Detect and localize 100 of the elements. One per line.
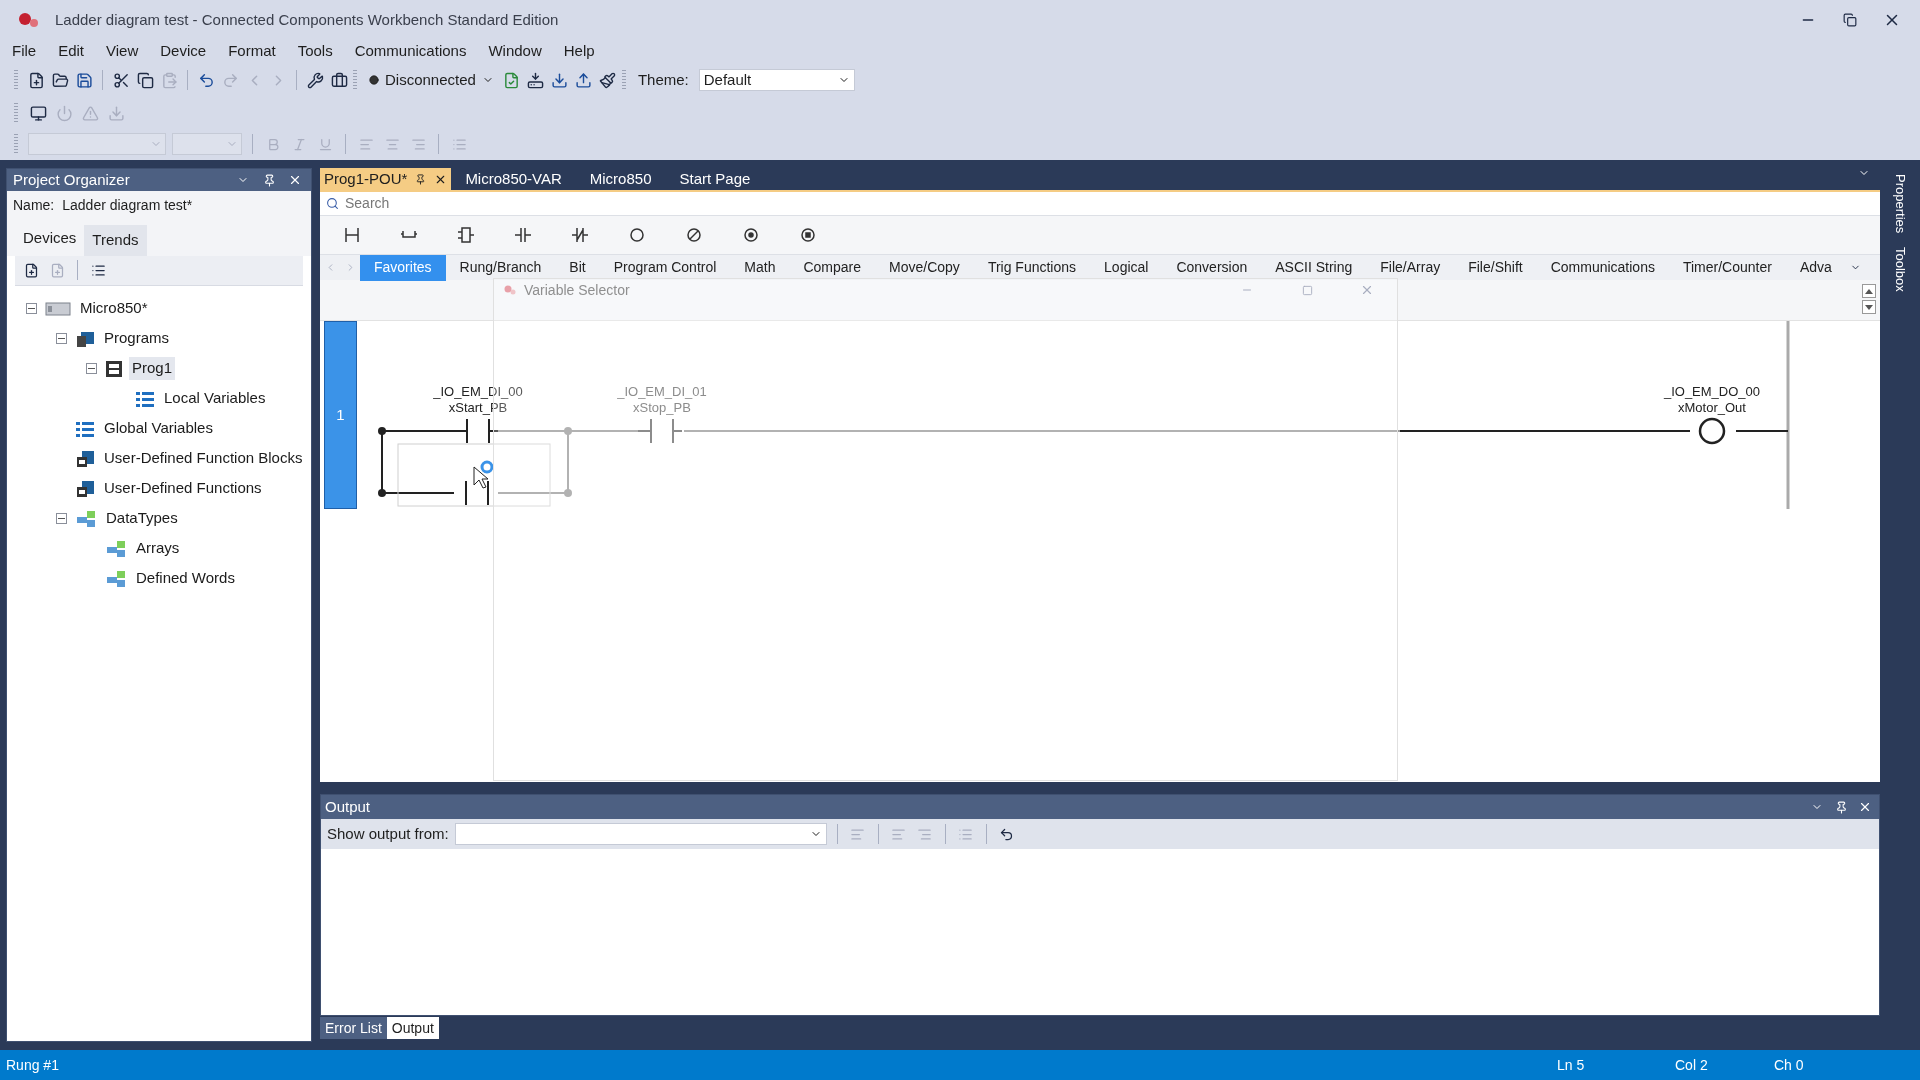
tree-item[interactable]: Global Variables: [101, 417, 216, 440]
wrench-icon[interactable]: [305, 70, 325, 90]
scroll-up-icon[interactable]: [1862, 284, 1876, 298]
category-tab[interactable]: Conversion: [1162, 254, 1262, 281]
category-tab[interactable]: File/Shift: [1454, 254, 1537, 281]
menu-item[interactable]: View: [100, 39, 145, 63]
tree-item[interactable]: Prog1: [129, 357, 176, 380]
show-output-label: Show output from:: [327, 823, 449, 844]
set-coil-icon[interactable]: [741, 225, 761, 245]
variable-label: xMotor_Out: [1678, 400, 1746, 415]
category-tab[interactable]: Adva: [1785, 254, 1846, 281]
theme-label: Theme:: [637, 69, 689, 90]
menu-item[interactable]: Format: [222, 39, 282, 63]
tree-item[interactable]: User-Defined Functions: [101, 477, 265, 500]
address-label: _IO_EM_DI_00: [433, 384, 523, 399]
reset-coil-icon[interactable]: [798, 225, 818, 245]
category-tab[interactable]: File/Array: [1366, 254, 1455, 281]
connection-dropdown[interactable]: Disconnected: [365, 68, 498, 92]
document-tab[interactable]: Micro850-VAR: [451, 168, 576, 190]
list-icon: [75, 419, 95, 438]
coil-icon[interactable]: [627, 225, 647, 245]
menu-item[interactable]: Communications: [348, 39, 473, 63]
variable-label: xStart_PB: [448, 400, 508, 415]
category-tab[interactable]: Program Control: [599, 254, 731, 281]
brush-icon[interactable]: [597, 70, 618, 90]
datatype-icon: [105, 539, 127, 558]
menu-item[interactable]: Window: [482, 39, 548, 63]
tree-item[interactable]: Defined Words: [133, 567, 238, 590]
menu-item[interactable]: Tools: [291, 39, 339, 63]
panel-title: Project Organizer: [13, 169, 130, 190]
column-indicator: Col 2: [1675, 1055, 1709, 1075]
status-dot-icon: [369, 75, 379, 85]
name-label: Name:: [13, 195, 55, 215]
program-icon: [105, 359, 123, 378]
category-tab[interactable]: Bit: [555, 254, 600, 281]
category-tab[interactable]: Trig Functions: [973, 254, 1091, 281]
theme-dropdown[interactable]: Default: [698, 69, 855, 91]
controller-icon: [45, 300, 71, 317]
menu-item[interactable]: Device: [154, 39, 213, 63]
rung-icon[interactable]: [342, 225, 362, 245]
panel-title: Output: [325, 796, 371, 817]
document-tab[interactable]: Start Page: [665, 168, 765, 190]
bottom-tab[interactable]: Error List: [320, 1017, 387, 1039]
tree-item[interactable]: Programs: [101, 327, 173, 350]
app-logo-icon: [18, 12, 40, 28]
category-tab[interactable]: Math: [730, 254, 790, 281]
search-icon: [326, 197, 339, 210]
side-tab[interactable]: Properties: [1890, 174, 1910, 234]
contact-symbol[interactable]: [453, 418, 499, 444]
menu-item[interactable]: File: [6, 39, 43, 63]
side-tab[interactable]: Toolbox: [1890, 247, 1910, 293]
category-tab[interactable]: ASCII String: [1261, 254, 1367, 281]
monitor-icon[interactable]: [28, 103, 48, 123]
tree-item[interactable]: Local Variables: [161, 387, 269, 410]
status-message: Rung #1: [6, 1055, 59, 1075]
tree-item[interactable]: DataTypes: [103, 507, 181, 530]
contact-symbol[interactable]: [465, 480, 489, 506]
address-label: _IO_EM_DO_00: [1663, 384, 1761, 399]
negated-coil-icon[interactable]: [684, 225, 704, 245]
folder-icon: [75, 329, 95, 348]
address-label: _IO_EM_DI_01: [617, 384, 707, 399]
category-tab[interactable]: Compare: [789, 254, 876, 281]
bottom-tab[interactable]: Output: [386, 1017, 439, 1039]
category-tab[interactable]: Timer/Counter: [1668, 254, 1786, 281]
upload-icon[interactable]: [573, 70, 594, 90]
panel-tab[interactable]: Trends: [84, 225, 147, 256]
menu-item[interactable]: Edit: [52, 39, 91, 63]
menu-item[interactable]: Help: [557, 39, 601, 63]
cursor-icon: [473, 466, 489, 489]
contact-icon[interactable]: [513, 225, 533, 245]
cut-icon[interactable]: [111, 70, 131, 90]
tree-item[interactable]: User-Defined Function Blocks: [101, 447, 306, 470]
open-folder-icon[interactable]: [50, 70, 70, 90]
pin-icon[interactable]: [415, 173, 427, 185]
category-tab[interactable]: Rung/Branch: [445, 254, 556, 281]
variable-label: xStop_PB: [633, 400, 691, 415]
category-tab[interactable]: Communications: [1536, 254, 1669, 281]
datatype-icon: [105, 569, 127, 588]
document-tab[interactable]: Micro850: [575, 168, 666, 190]
line-indicator: Ln 5: [1557, 1055, 1586, 1075]
busy-icon: [480, 460, 494, 474]
search-field[interactable]: Search: [320, 192, 1880, 216]
device-download-icon[interactable]: [525, 70, 546, 90]
copy-icon[interactable]: [135, 70, 155, 90]
category-tab[interactable]: Move/Copy: [875, 254, 974, 281]
category-tab[interactable]: Logical: [1090, 254, 1163, 281]
negated-contact-icon[interactable]: [570, 225, 590, 245]
function-block-icon: [75, 449, 95, 468]
coil-symbol[interactable]: [1698, 417, 1726, 445]
list-icon: [135, 389, 155, 408]
download-icon[interactable]: [549, 70, 570, 90]
document-tab[interactable]: Prog1-POU*: [320, 168, 452, 190]
app-logo-icon: [504, 285, 516, 295]
save-icon[interactable]: [74, 70, 94, 90]
briefcase-icon[interactable]: [329, 70, 349, 90]
tree-item[interactable]: Micro850*: [77, 297, 151, 320]
rung-number: 1: [324, 321, 357, 509]
tree-item[interactable]: Arrays: [133, 537, 183, 560]
scroll-down-icon[interactable]: [1862, 300, 1876, 314]
block-icon[interactable]: [456, 225, 476, 245]
